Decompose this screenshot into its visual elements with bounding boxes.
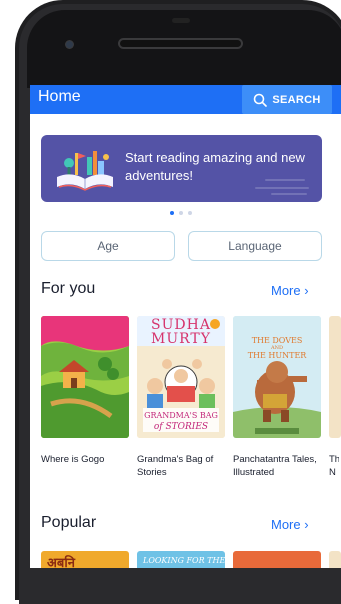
popular-book-cover[interactable]: अबनि bbox=[41, 551, 129, 568]
book-cover-grandmas-bag[interactable]: SUDHA MURTY GRANDMA'S BAG of STORIES bbox=[137, 316, 225, 438]
banner-decor-line bbox=[271, 193, 307, 195]
popular-book-cover-partial[interactable] bbox=[329, 551, 341, 568]
popular-heading: Popular bbox=[41, 514, 97, 531]
popular-book-cover[interactable]: LOOKING FOR THE bbox=[137, 551, 225, 568]
popular-more-link[interactable]: More › bbox=[271, 517, 309, 532]
banner-decor-line bbox=[255, 187, 309, 189]
page-title: Home bbox=[38, 88, 81, 105]
language-filter-button[interactable]: Language bbox=[188, 231, 322, 261]
book-title[interactable]: Where is Gogo bbox=[41, 453, 133, 466]
for-you-more-link[interactable]: More › bbox=[271, 283, 309, 298]
book-title[interactable]: Th N bbox=[329, 453, 339, 479]
book-title[interactable]: Panchatantra Tales, Illustrated bbox=[233, 453, 325, 479]
cover-author-surname: MURTY bbox=[150, 331, 211, 347]
book-cover-where-is-gogo[interactable] bbox=[41, 316, 129, 438]
popular-book-cover[interactable] bbox=[233, 551, 321, 568]
search-button[interactable]: SEARCH bbox=[242, 85, 332, 114]
phone-speaker bbox=[118, 38, 243, 49]
banner-decor-line bbox=[265, 179, 305, 181]
phone-sensor bbox=[172, 18, 190, 23]
carousel-indicator bbox=[170, 211, 192, 215]
cover-title-line1: THE DOVES bbox=[251, 336, 303, 345]
cover-title-line2: of STORIES bbox=[153, 422, 209, 432]
cover-title: अबनि bbox=[47, 556, 75, 568]
cover-title-line1: GRANDMA'S BAG bbox=[144, 411, 218, 420]
book-title[interactable]: Grandma's Bag of Stories bbox=[137, 453, 229, 479]
front-camera-icon bbox=[66, 41, 73, 48]
panchatantra-art bbox=[233, 316, 321, 438]
where-is-gogo-art bbox=[41, 316, 129, 438]
promo-banner[interactable]: Start reading amazing and new adventures… bbox=[41, 135, 322, 202]
search-icon bbox=[254, 93, 268, 107]
book-cover-panchatantra[interactable]: THE DOVES AND THE HUNTER bbox=[233, 316, 321, 438]
cover-title-line3: THE HUNTER bbox=[247, 351, 307, 360]
book-cover-partial[interactable] bbox=[329, 316, 341, 438]
search-label: SEARCH bbox=[272, 93, 321, 106]
cover-title: LOOKING FOR THE bbox=[143, 556, 225, 565]
carousel-dot[interactable] bbox=[170, 211, 174, 215]
app-bar: Home SEARCH bbox=[30, 85, 341, 114]
for-you-heading: For you bbox=[41, 280, 96, 297]
carousel-dot[interactable] bbox=[188, 211, 192, 215]
app-screen: Home SEARCH Start reading amazing and ne… bbox=[30, 85, 341, 568]
reading-book-illustration bbox=[57, 151, 113, 191]
carousel-dot[interactable] bbox=[179, 211, 183, 215]
age-filter-button[interactable]: Age bbox=[41, 231, 175, 261]
